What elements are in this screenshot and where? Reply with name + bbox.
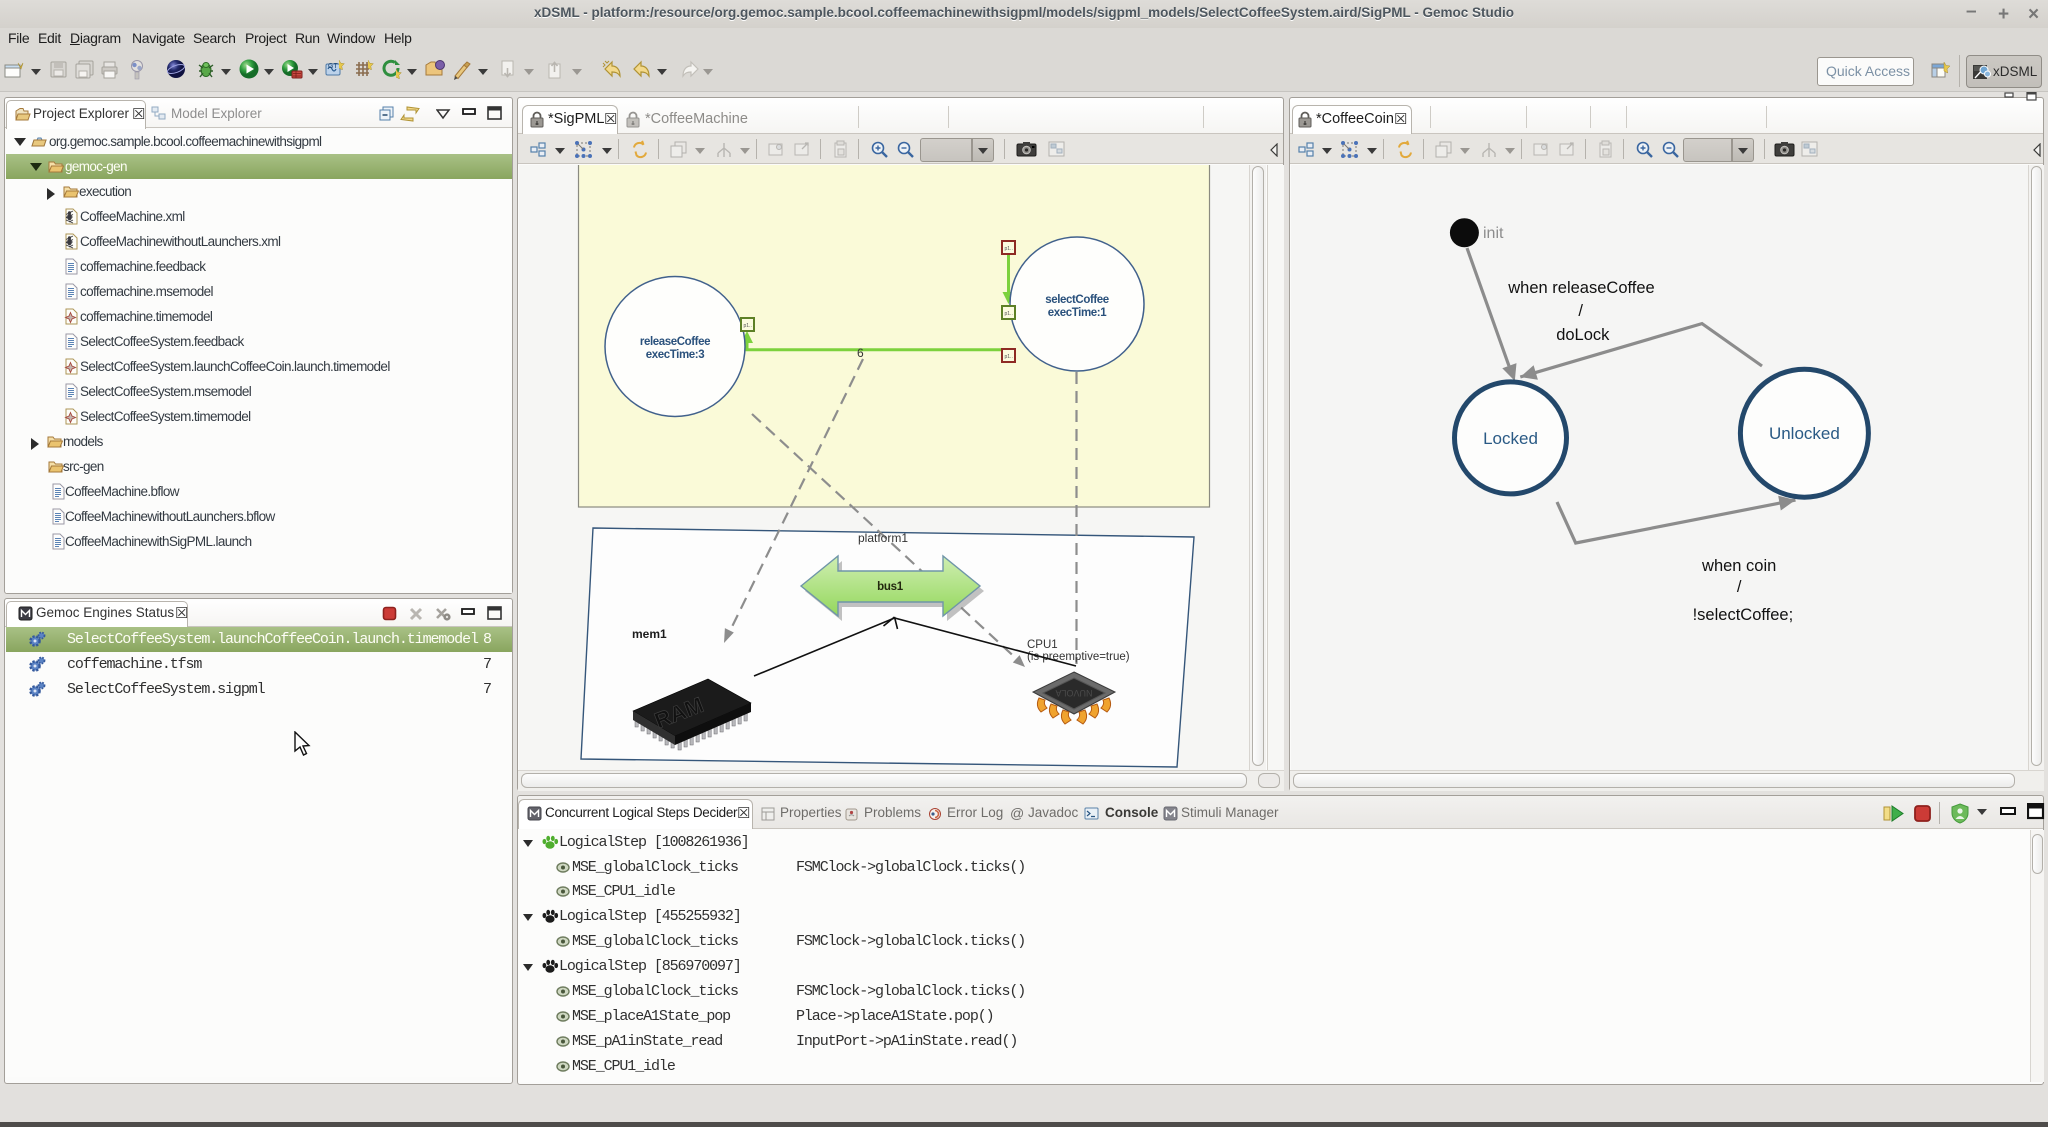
- svg-text:releaseCoffee: releaseCoffee: [640, 336, 710, 348]
- svg-text:mem1: mem1: [632, 627, 667, 641]
- svg-text:execTime:3: execTime:3: [646, 349, 704, 361]
- svg-text:doLock: doLock: [1556, 326, 1610, 344]
- svg-text:when coin: when coin: [1701, 557, 1776, 575]
- svg-text:p1..: p1..: [1005, 311, 1013, 317]
- svg-text:6: 6: [857, 346, 864, 360]
- svg-text:p1..: p1..: [744, 323, 752, 329]
- svg-text:GT: GT: [328, 63, 338, 70]
- svg-text:Unlocked: Unlocked: [1769, 424, 1840, 443]
- svg-text:selectCoffee: selectCoffee: [1045, 294, 1109, 306]
- svg-text:/: /: [1737, 578, 1742, 596]
- svg-text:CPU1: CPU1: [1027, 639, 1058, 651]
- svg-text:!selectCoffee;: !selectCoffee;: [1693, 606, 1794, 624]
- svg-text:execTime:1: execTime:1: [1048, 307, 1107, 319]
- svg-text:p1..: p1..: [1005, 354, 1013, 360]
- svg-text:bus1: bus1: [877, 581, 904, 593]
- svg-text:/: /: [1578, 302, 1583, 320]
- svg-text:Locked: Locked: [1483, 429, 1538, 448]
- svg-text:platform1: platform1: [858, 531, 908, 545]
- svg-text:p1..: p1..: [1005, 246, 1013, 252]
- svg-text:NUVOLA: NUVOLA: [1055, 688, 1092, 698]
- svg-text:when releaseCoffee: when releaseCoffee: [1507, 279, 1654, 297]
- svg-text:init: init: [1483, 225, 1504, 242]
